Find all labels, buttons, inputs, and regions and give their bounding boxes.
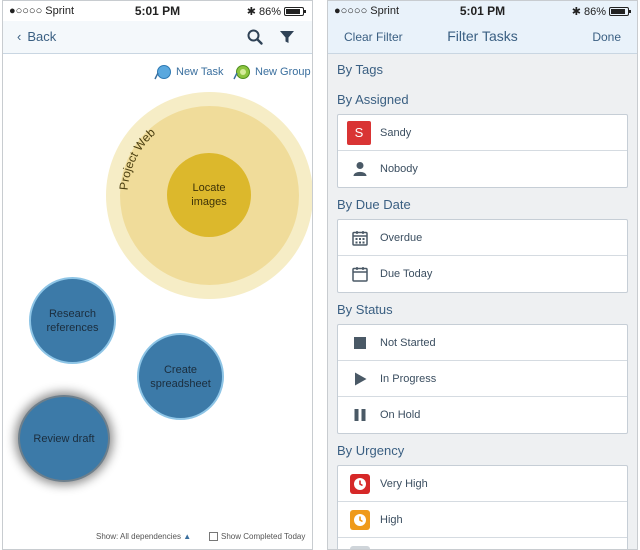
filter-tasks-screen: ●○○○○ Sprint 5:01 PM ✱ 86% Clear Filter … <box>327 0 638 550</box>
filter-row-sandy[interactable]: S Sandy <box>338 115 627 151</box>
calendar-icon <box>352 267 368 282</box>
filter-row-high[interactable]: High <box>338 502 627 538</box>
person-icon <box>353 162 367 176</box>
new-task-icon <box>154 65 171 80</box>
battery-indicator: ✱ 86% <box>571 5 631 18</box>
section-by-urgency: By Urgency <box>337 443 405 458</box>
map-nav-bar: ‹ Back <box>3 21 312 54</box>
show-completed-checkbox[interactable]: Show Completed Today <box>209 532 305 541</box>
status-list: Not Started In Progress On Hold <box>337 324 628 434</box>
task-create-spreadsheet[interactable]: Create spreadsheet <box>137 333 224 420</box>
new-group-button[interactable]: New Group <box>233 64 311 80</box>
status-bar: ●○○○○ Sprint 5:01 PM ✱ 86% <box>3 1 312 21</box>
filter-row-due-today[interactable]: Due Today <box>338 256 627 292</box>
battery-fill <box>611 9 625 14</box>
avatar: S <box>347 120 371 145</box>
filter-row-overdue[interactable]: Overdue <box>338 220 627 256</box>
new-task-button[interactable]: New Task <box>154 64 223 80</box>
filter-row-partial[interactable] <box>338 538 627 549</box>
play-icon <box>355 372 367 385</box>
row-label: Very High <box>380 477 428 490</box>
task-label: Locate images <box>191 182 227 208</box>
done-button[interactable]: Done <box>592 30 621 44</box>
task-locate-images[interactable]: Locate images <box>167 153 251 237</box>
filter-icon[interactable] <box>278 28 296 46</box>
due-date-list: Overdue Due Today <box>337 219 628 293</box>
battery-fill <box>286 9 300 14</box>
back-button[interactable]: ‹ Back <box>17 29 56 44</box>
mind-map-screen: ●○○○○ Sprint 5:01 PM ✱ 86% ‹ Back New Tas… <box>2 0 313 550</box>
new-group-icon <box>233 65 250 80</box>
filter-row-in-progress[interactable]: In Progress <box>338 361 627 397</box>
checkbox-icon <box>209 532 218 541</box>
map-canvas[interactable]: New Task New Group Project Web Locate im… <box>3 55 312 549</box>
filter-row-very-high[interactable]: Very High <box>338 466 627 502</box>
bluetooth-icon: ✱ <box>571 6 581 18</box>
row-label: High <box>380 513 403 526</box>
section-by-assigned: By Assigned <box>337 92 409 107</box>
row-label: Sandy <box>380 126 412 139</box>
clock-icon <box>350 546 370 549</box>
square-stop-icon <box>354 336 366 349</box>
chevron-left-icon: ‹ <box>17 29 22 44</box>
row-label: In Progress <box>380 372 437 385</box>
urgency-list: Very High High <box>337 465 628 549</box>
page-title: Filter Tasks <box>447 28 518 44</box>
filter-nav-bar: Clear Filter Filter Tasks Done <box>328 21 637 54</box>
filter-row-not-started[interactable]: Not Started <box>338 325 627 361</box>
battery-icon <box>284 7 306 16</box>
battery-percent: 86% <box>583 5 606 18</box>
clock-icon <box>350 509 370 530</box>
filter-row-on-hold[interactable]: On Hold <box>338 397 627 433</box>
caret-up-icon: ▲ <box>183 532 192 541</box>
battery-icon <box>609 7 631 16</box>
row-label: Overdue <box>380 231 423 244</box>
show-completed-label: Show Completed Today <box>221 531 306 541</box>
new-group-label: New Group <box>255 66 311 78</box>
section-by-due-date: By Due Date <box>337 197 411 212</box>
dependencies-toggle[interactable]: Show: All dependencies ▲ <box>96 532 191 541</box>
search-icon[interactable] <box>246 28 264 46</box>
task-label: Review draft <box>33 432 95 445</box>
task-label: Research references <box>46 307 99 334</box>
battery-percent: 86% <box>258 5 281 18</box>
new-task-label: New Task <box>176 66 224 78</box>
pause-icon <box>354 409 366 421</box>
filter-row-nobody[interactable]: Nobody <box>338 151 627 187</box>
row-label: On Hold <box>380 409 421 421</box>
calendar-icon <box>352 230 368 246</box>
task-review-draft[interactable]: Review draft <box>18 395 110 482</box>
section-by-status: By Status <box>337 302 393 317</box>
task-label: Create spreadsheet <box>150 363 211 390</box>
bluetooth-icon: ✱ <box>246 6 256 18</box>
status-bar: ●○○○○ Sprint 5:01 PM ✱ 86% <box>328 1 637 21</box>
row-label: Due Today <box>380 268 433 280</box>
assigned-list: S Sandy Nobody <box>337 114 628 188</box>
dependencies-label: Show: All dependencies <box>96 532 181 541</box>
svg-text:Project Web: Project Web <box>117 125 159 191</box>
section-by-tags[interactable]: By Tags <box>337 62 383 77</box>
back-label: Back <box>27 29 57 44</box>
project-name: Project Web <box>117 125 159 191</box>
task-research-references[interactable]: Research references <box>29 277 116 364</box>
clock-icon <box>350 473 370 494</box>
row-label: Nobody <box>380 163 418 175</box>
battery-indicator: ✱ 86% <box>246 5 306 18</box>
row-label: Not Started <box>380 336 436 349</box>
